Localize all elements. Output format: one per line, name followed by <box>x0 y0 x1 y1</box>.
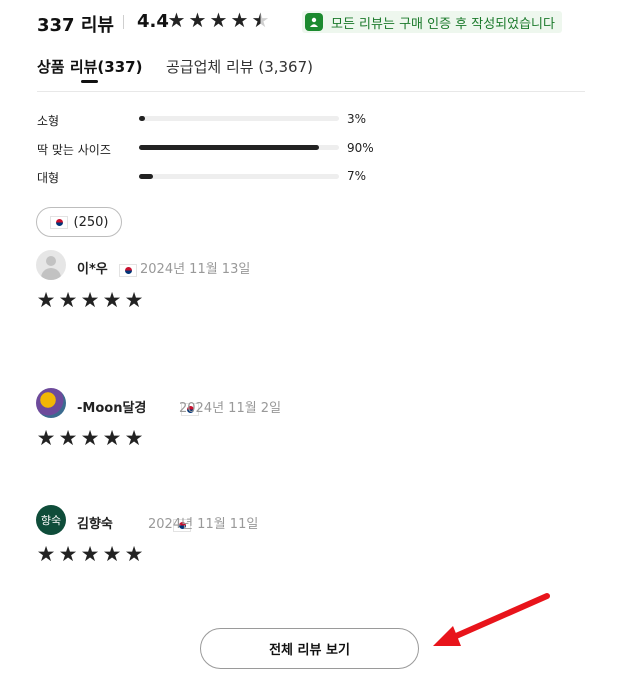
review-stars: ★ ★ ★ ★ ★ <box>36 427 144 449</box>
half-star-icon: ★ <box>251 8 270 32</box>
star-icon: ★ <box>230 8 249 32</box>
star-icon: ★ <box>36 426 56 450</box>
average-rating-stars: ★ ★ ★ ★ ★ <box>167 9 270 31</box>
star-icon: ★ <box>58 542 78 566</box>
review-count: 337 리뷰 <box>37 15 114 36</box>
star-icon: ★ <box>102 542 122 566</box>
tabs-divider <box>37 91 585 92</box>
fit-label-large: 대형 <box>37 171 60 185</box>
star-icon: ★ <box>36 288 56 312</box>
header-divider <box>123 15 124 29</box>
average-rating: 4.4 <box>137 11 169 32</box>
active-tab-indicator <box>81 80 98 83</box>
fit-percent-large: 7% <box>347 169 367 183</box>
star-icon: ★ <box>80 542 100 566</box>
avatar: 향숙 <box>36 505 66 535</box>
star-icon: ★ <box>209 8 228 32</box>
reviewer-name: -Moon달경 <box>77 401 147 416</box>
star-icon: ★ <box>188 8 207 32</box>
fit-bar-fill <box>139 174 153 179</box>
review-date: 2024년 11월 13일 <box>140 262 251 277</box>
star-icon: ★ <box>124 426 144 450</box>
review-stars: ★ ★ ★ ★ ★ <box>36 543 144 565</box>
view-all-reviews-button[interactable]: 전체 리뷰 보기 <box>200 628 419 669</box>
star-icon: ★ <box>58 426 78 450</box>
fit-bar-fill <box>139 116 145 121</box>
avatar <box>36 250 66 280</box>
fit-label-true-to-size: 딱 맞는 사이즈 <box>37 143 111 157</box>
star-icon: ★ <box>124 288 144 312</box>
fit-percent-true-to-size: 90% <box>347 141 374 155</box>
verified-notice-text: 모든 리뷰는 구매 인증 후 작성되었습니다 <box>331 16 555 32</box>
reviewer-name: 김향숙 <box>77 517 113 532</box>
fit-label-small: 소형 <box>37 114 60 128</box>
country-review-count: (250) <box>73 214 109 230</box>
country-filter-chip[interactable]: (250) <box>36 207 122 237</box>
fit-bar-small <box>139 116 339 121</box>
star-icon: ★ <box>80 426 100 450</box>
review-stars: ★ ★ ★ ★ ★ <box>36 289 144 311</box>
review-date: 2024년 11월 11일 <box>148 517 259 532</box>
verified-notice: 모든 리뷰는 구매 인증 후 작성되었습니다 <box>302 11 562 33</box>
tab-product-reviews[interactable]: 상품 리뷰(337) <box>37 56 142 77</box>
star-icon: ★ <box>80 288 100 312</box>
south-korea-flag-icon <box>49 215 68 229</box>
verified-shield-icon <box>305 13 323 31</box>
reviewer-name: 이*우 <box>77 262 108 277</box>
fit-bar-fill <box>139 145 319 150</box>
fit-percent-small: 3% <box>347 112 367 126</box>
avatar <box>36 388 66 418</box>
star-icon: ★ <box>124 542 144 566</box>
fit-bar-true-to-size <box>139 145 339 150</box>
avatar-initials: 향숙 <box>40 514 62 527</box>
star-icon: ★ <box>36 542 56 566</box>
star-icon: ★ <box>58 288 78 312</box>
star-icon: ★ <box>167 8 186 32</box>
star-icon: ★ <box>102 288 122 312</box>
star-icon: ★ <box>102 426 122 450</box>
south-korea-flag-icon <box>119 264 137 277</box>
review-date: 2024년 11월 2일 <box>179 401 282 416</box>
annotation-arrow-icon <box>433 593 550 646</box>
tab-supplier-reviews[interactable]: 공급업체 리뷰 (3,367) <box>166 56 313 77</box>
fit-bar-large <box>139 174 339 179</box>
